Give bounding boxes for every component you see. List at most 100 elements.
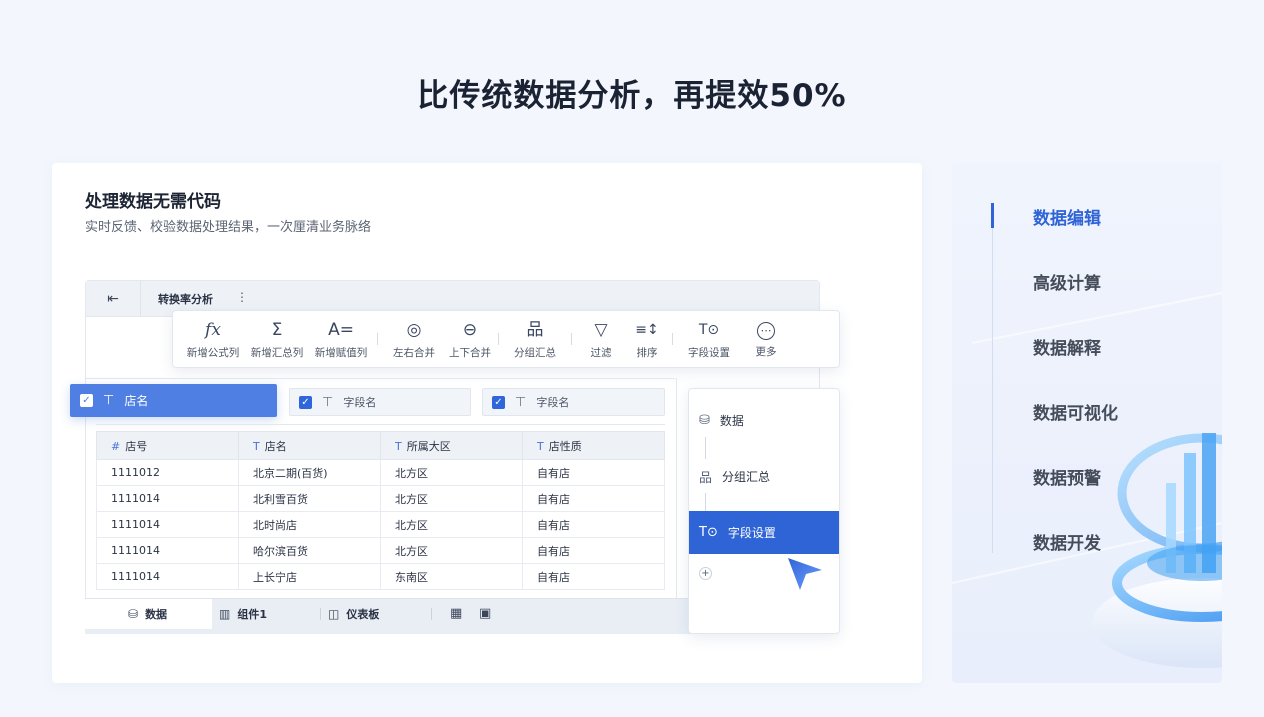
tab-divider — [320, 608, 321, 620]
step-connector — [705, 493, 706, 511]
database-icon: ⛁ — [128, 607, 139, 621]
tab-component[interactable]: ▥ 组件1 — [219, 599, 267, 629]
nav-active-indicator — [991, 203, 994, 228]
nav-item-data-dev[interactable]: 数据开发 — [1033, 529, 1101, 554]
table-cell: 1111014 — [96, 511, 239, 538]
tool-label: 左右合并 — [393, 346, 435, 359]
text-type-icon: ⊤ — [322, 394, 334, 410]
add-dashboard-icon[interactable]: ▣ — [479, 606, 491, 621]
table-cell: 北方区 — [380, 459, 523, 486]
field-chip[interactable]: ✓ ⊤ 字段名 — [482, 388, 665, 416]
tool-sort[interactable]: ≡↕ 排序 — [626, 310, 668, 368]
sort-icon: ≡↕ — [635, 321, 659, 338]
column-header[interactable]: T 所属大区 — [380, 431, 523, 460]
table-row[interactable]: 1111012 北京二期(百货) 北方区 自有店 — [96, 459, 665, 486]
tool-more[interactable]: ⋯ 更多 — [741, 310, 791, 368]
step-group-summary[interactable]: 品 分组汇总 — [689, 455, 839, 498]
field-chip[interactable]: ✓ ⊤ 字段名 — [289, 388, 471, 416]
tab-data[interactable]: ⛁ 数据 — [85, 599, 212, 629]
tool-add-assign[interactable]: A= 新增赋值列 — [309, 310, 373, 368]
tool-label: 上下合并 — [449, 346, 491, 359]
text-type-icon: T — [395, 439, 402, 453]
step-field-settings[interactable]: T⊙ 字段设置 — [689, 511, 839, 554]
tool-add-formula[interactable]: fx 新增公式列 — [181, 310, 245, 368]
step-label: 字段设置 — [727, 526, 776, 540]
fx-icon: fx — [205, 319, 221, 340]
table-cell: 北方区 — [380, 511, 523, 538]
table-cell: 1111014 — [96, 485, 239, 512]
checkbox-checked-icon[interactable]: ✓ — [80, 394, 93, 407]
database-icon: ⛁ — [699, 413, 710, 428]
tool-label: 新增汇总列 — [250, 346, 304, 359]
toolbar-divider — [498, 333, 499, 345]
field-settings-icon: T⊙ — [698, 321, 720, 338]
table-cell: 北方区 — [380, 485, 523, 512]
fields-divider — [96, 424, 665, 425]
tool-label: 新增公式列 — [186, 346, 240, 359]
field-chip-label: 字段名 — [343, 396, 377, 409]
add-step-icon[interactable]: + — [699, 567, 712, 580]
text-type-icon: T — [253, 439, 260, 453]
table-row[interactable]: 1111014 北利雪百货 北方区 自有店 — [96, 485, 665, 512]
tool-label: 分组汇总 — [514, 346, 556, 359]
step-label: 数据 — [719, 414, 744, 428]
data-table: # 店号 T 店名 T 所属大区 T 店性质 1111012 北京二期(百货) 北方区 … — [96, 431, 665, 590]
doc-tab[interactable]: 转换率分析 — [158, 291, 213, 307]
card-title: 处理数据无需代码 — [85, 192, 221, 212]
toolbar-divider — [377, 333, 378, 345]
number-type-icon: # — [111, 439, 121, 453]
checkbox-checked-icon[interactable]: ✓ — [299, 395, 312, 409]
tool-group-summary[interactable]: 品 分组汇总 — [503, 310, 567, 368]
tool-label: 排序 — [636, 346, 658, 359]
tab-label: 组件1 — [237, 608, 267, 621]
group-icon: 品 — [699, 471, 713, 486]
table-cell: 自有店 — [522, 511, 665, 538]
nav-item-data-editing[interactable]: 数据编辑 — [1033, 204, 1101, 229]
table-row[interactable]: 1111014 北时尚店 北方区 自有店 — [96, 511, 665, 538]
tab-label: 仪表板 — [346, 608, 380, 621]
nav-track — [992, 203, 993, 553]
toolbar-divider — [571, 333, 572, 345]
checkbox-checked-icon[interactable]: ✓ — [492, 395, 505, 409]
table-cell: 哈尔滨百货 — [238, 537, 381, 564]
nav-item-data-visualization[interactable]: 数据可视化 — [1033, 399, 1118, 424]
nav-item-data-alert[interactable]: 数据预警 — [1033, 464, 1101, 489]
table-cell: 自有店 — [522, 537, 665, 564]
table-cell: 北利雪百货 — [238, 485, 381, 512]
table-row[interactable]: 1111014 哈尔滨百货 北方区 自有店 — [96, 537, 665, 564]
tab-dashboard[interactable]: ◫ 仪表板 — [328, 599, 379, 629]
table-cell: 自有店 — [522, 485, 665, 512]
add-component-icon[interactable]: ▦ — [450, 606, 462, 621]
step-panel: ⛁ 数据 品 分组汇总 T⊙ 字段设置 + — [688, 388, 840, 634]
tab-label: 数据 — [145, 608, 168, 621]
step-label: 分组汇总 — [722, 470, 771, 484]
step-data[interactable]: ⛁ 数据 — [689, 399, 839, 442]
column-header[interactable]: T 店名 — [238, 431, 381, 460]
tool-merge-vertical[interactable]: ⊖ 上下合并 — [446, 310, 494, 368]
more-icon: ⋯ — [757, 321, 775, 340]
tool-merge-horizontal[interactable]: ◎ 左右合并 — [382, 310, 446, 368]
exit-button[interactable]: ⇤ — [86, 281, 141, 317]
table-row[interactable]: 1111014 上长宁店 东南区 自有店 — [96, 563, 665, 590]
table-cell: 北方区 — [380, 537, 523, 564]
tool-add-summary[interactable]: Σ 新增汇总列 — [245, 310, 309, 368]
table-cell: 北时尚店 — [238, 511, 381, 538]
panel-divider — [676, 378, 677, 598]
nav-item-data-explain[interactable]: 数据解释 — [1033, 334, 1101, 359]
tool-filter[interactable]: ▽ 过滤 — [576, 310, 626, 368]
assign-icon: A= — [328, 319, 354, 340]
field-chip-selected[interactable]: ✓ ⊤ 店名 — [70, 384, 277, 417]
text-type-icon: T — [537, 439, 544, 453]
chart-icon: ▥ — [219, 607, 231, 621]
table-cell: 1111012 — [96, 459, 239, 486]
column-header[interactable]: # 店号 — [96, 431, 239, 460]
tool-field-settings[interactable]: T⊙ 字段设置 — [677, 310, 741, 368]
column-header[interactable]: T 店性质 — [522, 431, 665, 460]
feature-nav: 数据编辑 高级计算 数据解释 数据可视化 数据预警 数据开发 — [952, 163, 1222, 683]
exit-icon: ⇤ — [107, 291, 119, 307]
tool-label: 字段设置 — [688, 346, 730, 359]
pointer-cursor-icon — [788, 558, 822, 590]
doc-more-icon[interactable]: ⋮ — [236, 290, 248, 304]
table-cell: 自有店 — [522, 563, 665, 590]
nav-item-advanced-calc[interactable]: 高级计算 — [1033, 269, 1101, 294]
